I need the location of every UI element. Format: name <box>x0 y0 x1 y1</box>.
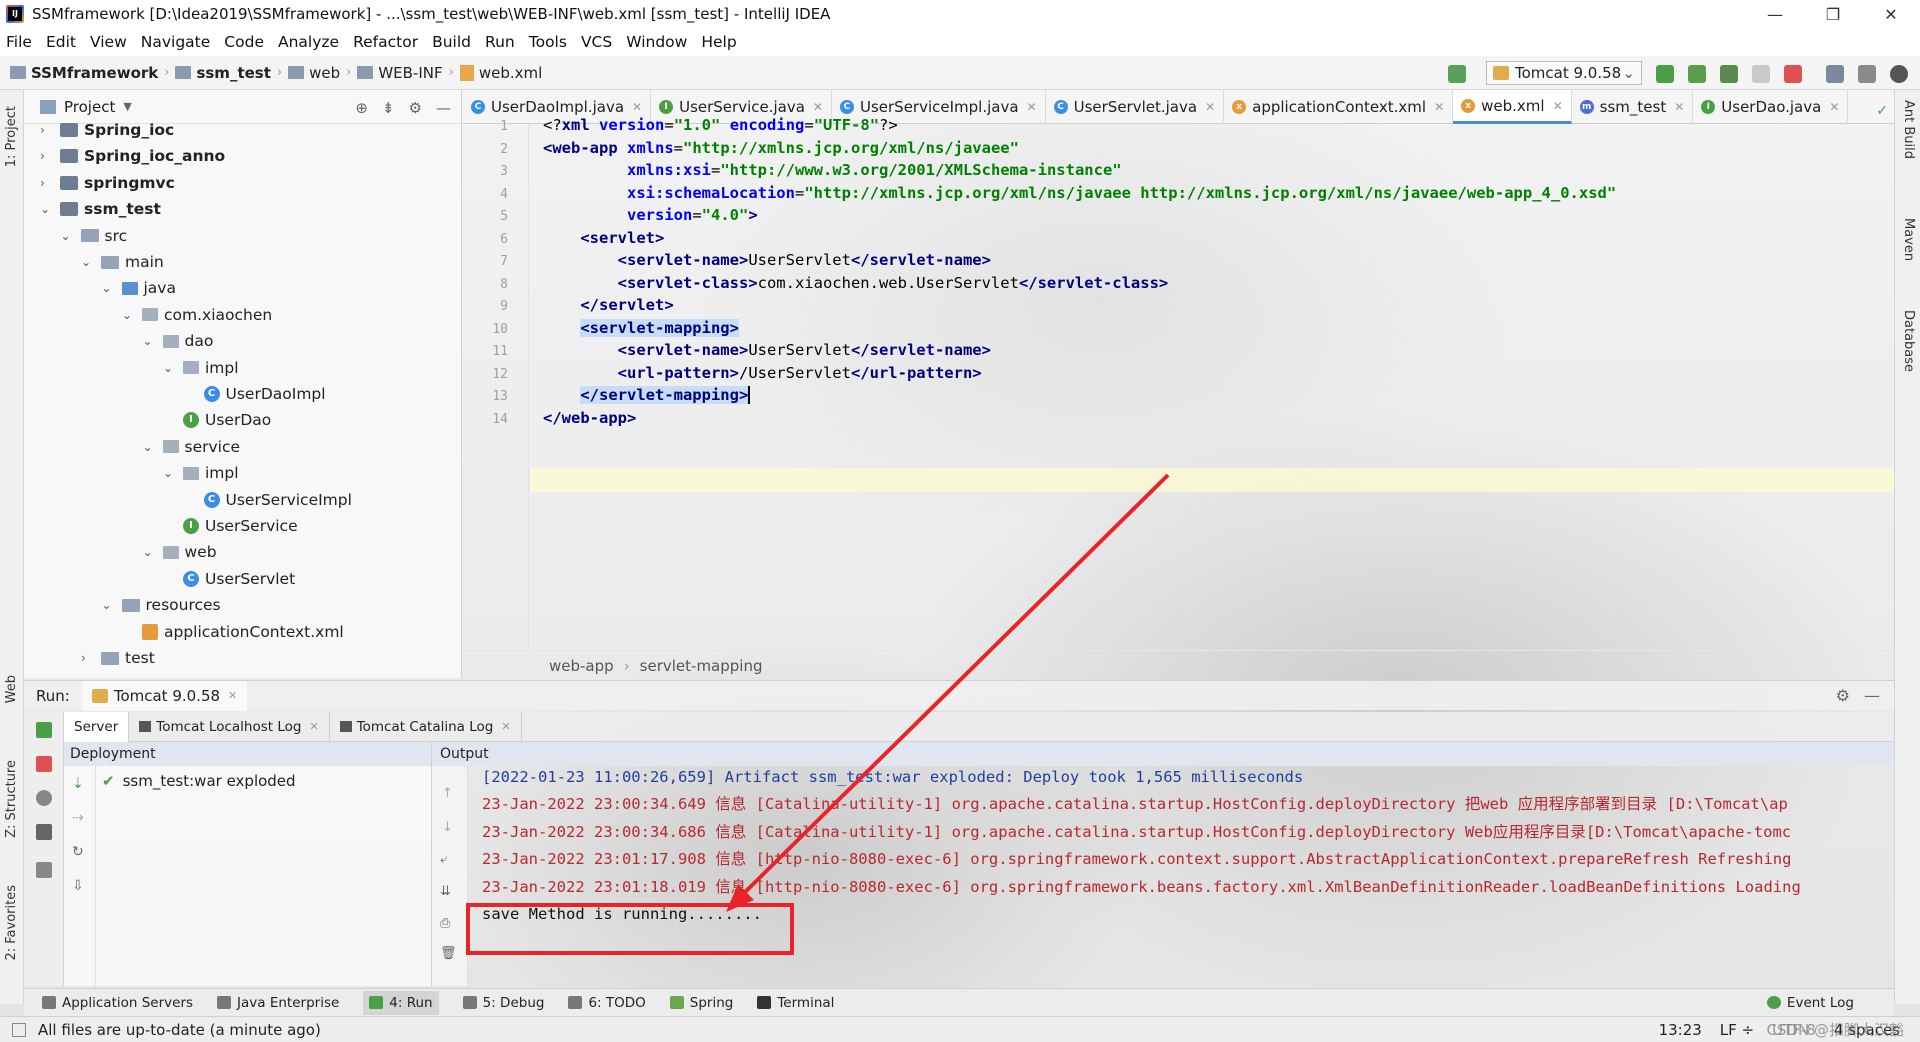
tab-terminal[interactable]: Terminal <box>757 995 834 1011</box>
status-bar: All files are up-to-date (a minute ago) … <box>0 1016 1920 1042</box>
run-icon <box>369 996 384 1009</box>
tab-run[interactable]: 4: Run <box>363 990 439 1015</box>
spring-leaf-icon <box>669 996 684 1009</box>
caret-position[interactable]: 13:23 <box>1659 1021 1702 1039</box>
annotation-arrow-line <box>733 473 1170 904</box>
tab-java-enterprise[interactable]: Java Enterprise <box>217 995 339 1011</box>
line-separator[interactable]: LF ÷ <box>1720 1021 1754 1039</box>
tab-debug[interactable]: 5: Debug <box>462 995 544 1011</box>
tab-todo[interactable]: 6: TODO <box>568 995 646 1011</box>
terminal-icon <box>757 996 772 1009</box>
status-message: All files are up-to-date (a minute ago) <box>38 1020 321 1039</box>
annotation-arrow <box>726 473 1170 912</box>
java-enterprise-icon <box>217 996 232 1009</box>
bug-icon <box>462 996 477 1009</box>
tab-application-servers[interactable]: Application Servers <box>42 995 193 1011</box>
csdn-watermark: CSDN @扣脚大汉豁 <box>1766 1021 1904 1039</box>
tab-spring[interactable]: Spring <box>669 995 733 1011</box>
event-log-icon <box>1766 996 1781 1009</box>
bottom-tool-tabs: Application Servers Java Enterprise 4: R… <box>24 988 1894 1016</box>
tool-windows-icon[interactable] <box>12 1023 26 1037</box>
server-icon <box>42 996 56 1009</box>
list-icon <box>568 996 583 1009</box>
tab-event-log[interactable]: Event Log <box>1766 995 1854 1011</box>
